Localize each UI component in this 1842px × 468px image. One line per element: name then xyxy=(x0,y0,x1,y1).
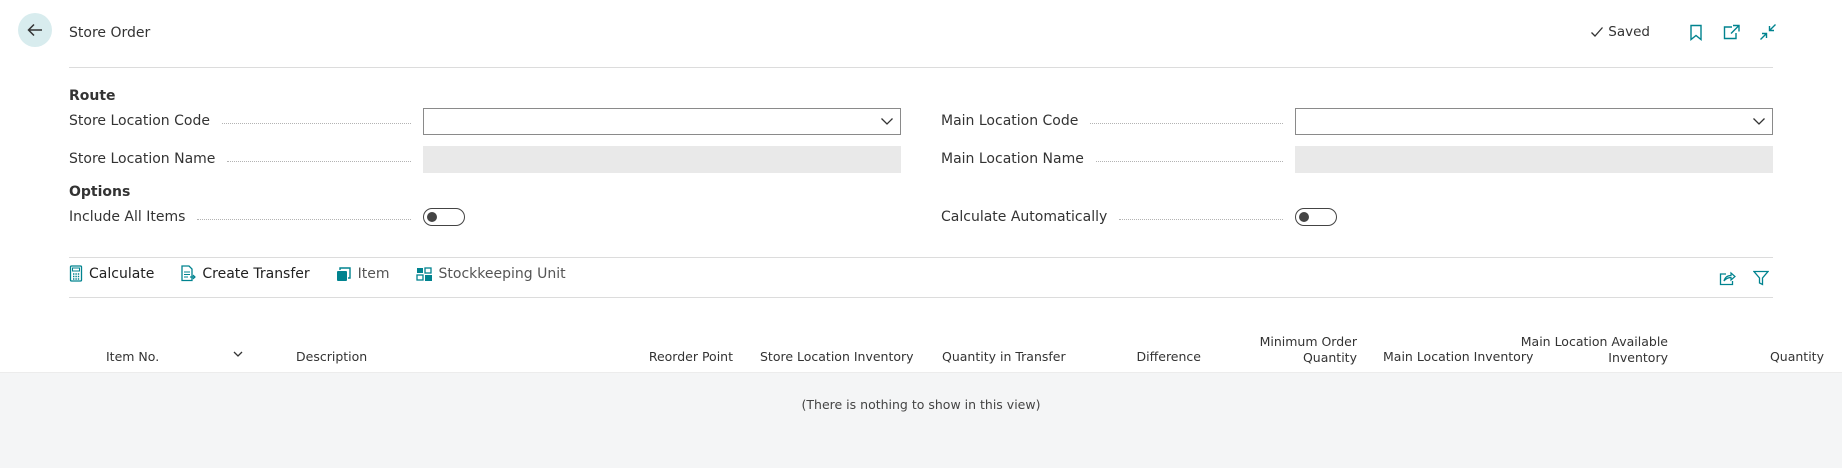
filter-button[interactable] xyxy=(1751,268,1771,288)
share-button[interactable] xyxy=(1717,268,1737,288)
main-location-name-field: Main Location Name xyxy=(941,145,1773,173)
options-section-title: Options xyxy=(69,184,131,200)
grid-body: (There is nothing to show in this view) xyxy=(0,372,1842,468)
document-icon xyxy=(181,265,197,282)
main-location-code-label: Main Location Code xyxy=(941,113,1079,129)
header-actions: Saved xyxy=(1590,22,1778,42)
main-location-name-label: Main Location Name xyxy=(941,151,1084,167)
open-new-window-icon xyxy=(1723,24,1740,40)
item-icon xyxy=(336,266,351,281)
main-location-code-dropdown[interactable] xyxy=(1295,107,1773,135)
store-location-code-field: Store Location Code xyxy=(69,107,901,135)
col-header-reorder-point[interactable]: Reorder Point xyxy=(649,349,733,365)
actionbar-bottom-border xyxy=(69,297,1773,298)
store-location-code-dropdown[interactable] xyxy=(423,107,901,135)
stockkeeping-unit-action[interactable]: Stockkeeping Unit xyxy=(415,265,566,282)
main-location-code-field: Main Location Code xyxy=(941,107,1773,135)
bookmark-button[interactable] xyxy=(1686,22,1706,42)
chevron-down-icon[interactable] xyxy=(233,351,243,358)
back-button[interactable] xyxy=(18,13,52,47)
stockkeeping-unit-action-label: Stockkeeping Unit xyxy=(438,265,566,282)
store-location-name-field: Store Location Name xyxy=(69,145,901,173)
store-location-name-label: Store Location Name xyxy=(69,151,216,167)
filter-icon xyxy=(1753,270,1769,286)
col-header-quantity[interactable]: Quantity xyxy=(1770,349,1824,365)
main-location-name-value xyxy=(1295,145,1773,173)
calculate-action-label: Calculate xyxy=(89,265,155,282)
col-header-main-location-inventory[interactable]: Main Location Inventory xyxy=(1383,349,1533,365)
store-location-name-value xyxy=(423,145,901,173)
actionbar-right xyxy=(1717,268,1771,288)
item-action-label: Item xyxy=(357,265,390,282)
saved-label: Saved xyxy=(1608,24,1650,40)
saved-status: Saved xyxy=(1590,24,1650,40)
chevron-down-icon xyxy=(1753,117,1765,125)
chevron-down-icon xyxy=(881,117,893,125)
include-all-items-field: Include All Items xyxy=(69,203,901,231)
collapse-icon xyxy=(1760,24,1776,40)
col-header-description[interactable]: Description xyxy=(296,349,367,365)
header-separator xyxy=(69,67,1773,68)
calculator-icon xyxy=(69,265,83,282)
create-transfer-action[interactable]: Create Transfer xyxy=(180,265,310,282)
col-header-store-location-inventory[interactable]: Store Location Inventory xyxy=(760,349,914,365)
include-all-items-label: Include All Items xyxy=(69,209,186,225)
col-header-main-location-available-inventory[interactable]: Main Location Available Inventory xyxy=(1521,334,1668,366)
include-all-items-toggle[interactable] xyxy=(423,208,465,226)
share-icon xyxy=(1719,271,1736,285)
col-header-difference[interactable]: Difference xyxy=(1137,349,1201,365)
calculate-automatically-toggle[interactable] xyxy=(1295,208,1337,226)
page-title: Store Order xyxy=(69,25,151,41)
stockkeeping-icon xyxy=(415,266,432,281)
collapse-button[interactable] xyxy=(1758,22,1778,42)
create-transfer-action-label: Create Transfer xyxy=(202,265,310,282)
empty-message: (There is nothing to show in this view) xyxy=(801,397,1041,412)
checkmark-icon xyxy=(1591,27,1604,37)
route-section-title: Route xyxy=(69,88,116,104)
back-arrow-icon xyxy=(27,23,42,37)
actionbar: Calculate Create Transfer Item Stockkeep… xyxy=(69,265,566,282)
col-header-item-no[interactable]: Item No. xyxy=(106,349,159,365)
col-header-minimum-order-quantity[interactable]: Minimum Order Quantity xyxy=(1260,334,1357,366)
item-action[interactable]: Item xyxy=(336,266,390,282)
actionbar-top-border xyxy=(69,257,1773,258)
calculate-automatically-label: Calculate Automatically xyxy=(941,209,1108,225)
open-new-window-button[interactable] xyxy=(1722,22,1742,42)
calculate-action[interactable]: Calculate xyxy=(69,265,154,282)
bookmark-icon xyxy=(1690,24,1702,41)
calculate-automatically-field: Calculate Automatically xyxy=(941,203,1773,231)
store-location-code-label: Store Location Code xyxy=(69,113,210,129)
col-header-quantity-in-transfer[interactable]: Quantity in Transfer xyxy=(942,349,1066,365)
